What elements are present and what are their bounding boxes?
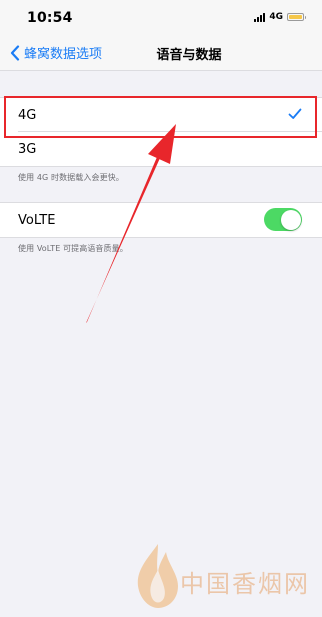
volte-group: VoLTE (0, 202, 322, 238)
option-4g-label: 4G (18, 107, 37, 123)
options-footnote: 使用 4G 时数据载入会更快。 (18, 173, 124, 182)
toggle-knob (280, 209, 301, 230)
option-4g[interactable]: 4G (0, 98, 322, 132)
network-options-group: 4G 3G (0, 97, 322, 167)
volte-toggle[interactable] (264, 208, 302, 231)
network-type-label: 4G (269, 12, 283, 22)
battery-icon (287, 13, 306, 21)
flame-logo-icon (137, 544, 178, 608)
status-time: 10:54 (27, 10, 73, 26)
page-title: 语音与数据 (156, 48, 222, 63)
volte-footnote: 使用 VoLTE 可提高语音质量。 (18, 244, 128, 253)
status-indicators: 4G (254, 12, 306, 22)
navigation-bar: 蜂窝数据选项 语音与数据 (0, 36, 322, 71)
battery-level (289, 15, 302, 19)
option-3g-label: 3G (18, 141, 37, 157)
checkmark-icon (288, 108, 302, 119)
option-3g[interactable]: 3G (0, 132, 322, 166)
status-bar: 10:54 4G (0, 0, 322, 36)
watermark-text: 中国香烟网 (180, 570, 310, 598)
cellular-signal-icon (254, 12, 266, 22)
volte-row: VoLTE (0, 203, 322, 237)
watermark: 中国香烟网 (128, 540, 318, 610)
volte-label: VoLTE (18, 212, 56, 228)
annotation-arrow-icon (86, 124, 176, 323)
